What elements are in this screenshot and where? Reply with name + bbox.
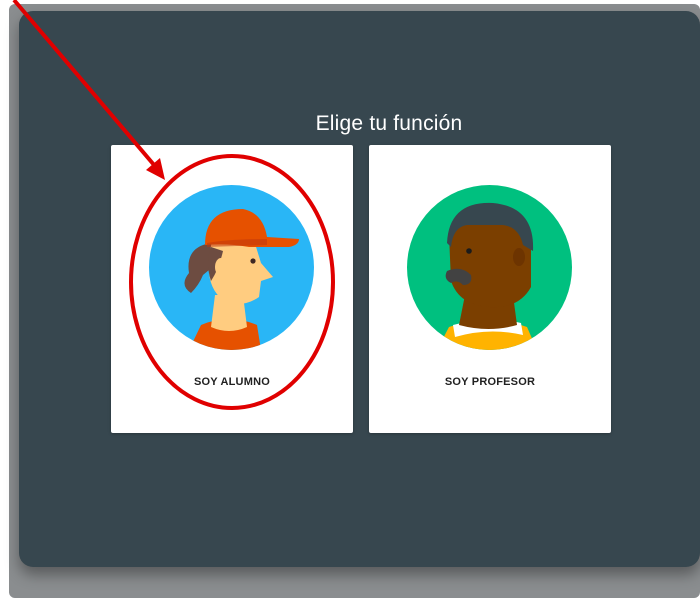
teacher-role-card[interactable]: SOY PROFESOR <box>369 145 611 433</box>
student-role-card[interactable]: SOY ALUMNO <box>111 145 353 433</box>
teacher-avatar-icon <box>407 185 572 350</box>
student-avatar-icon <box>149 185 314 350</box>
student-role-label: SOY ALUMNO <box>194 376 270 388</box>
teacher-role-label: SOY PROFESOR <box>444 376 536 388</box>
dialog-title: Elige tu función <box>315 112 463 135</box>
